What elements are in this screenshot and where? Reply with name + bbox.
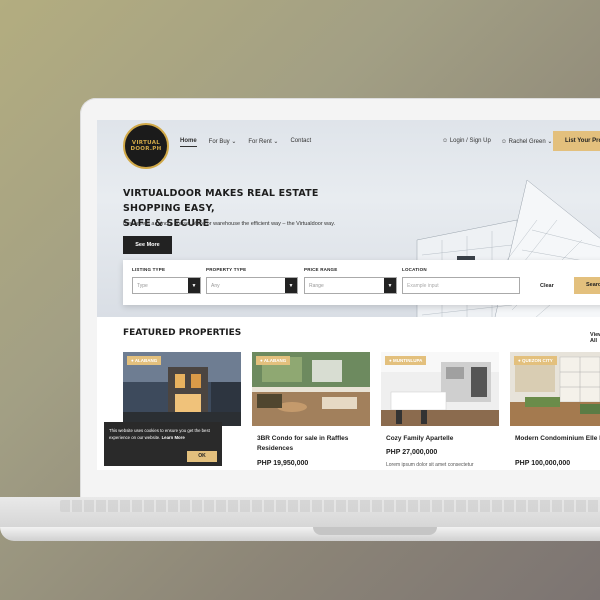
location-tag: ● QUEZON CITY <box>514 356 557 365</box>
user-menu[interactable]: ☺ Rachel Green ⌄ <box>501 138 553 145</box>
see-more-button[interactable]: See More <box>123 236 172 254</box>
location-input[interactable]: Example input <box>402 277 520 294</box>
location-pin-icon: ● <box>260 358 263 363</box>
clear-button[interactable]: Clear <box>540 283 554 289</box>
location-pin-icon: ● <box>389 358 392 363</box>
login-link[interactable]: ☺ Login / Sign Up <box>442 138 491 145</box>
nav-for-buy[interactable]: For Buy ⌄ <box>209 138 237 147</box>
search-button[interactable]: Search <box>574 277 600 294</box>
logo-text-line2: DOOR.PH <box>130 146 162 152</box>
chevron-down-icon: ▼ <box>188 278 200 293</box>
location-tag-label: ALABANG <box>263 358 287 363</box>
hero-section: VIRTUAL DOOR.PH Home For Buy ⌄ For Rent … <box>97 120 600 317</box>
property-title[interactable]: Modern Condominium Elle here <box>515 434 600 444</box>
location-tag-label: QUEZON CITY <box>521 358 553 363</box>
featured-title: FEATURED PROPERTIES <box>123 328 242 338</box>
property-description: Lorem ipsum dolor sit amet consectetur <box>386 462 474 468</box>
hero-headline-line1: VIRTUALDOOR MAKES REAL ESTATE SHOPPING E… <box>123 188 319 214</box>
cookie-text: This website uses cookies to ensure you … <box>109 428 210 440</box>
chevron-down-icon: ⌄ <box>231 139 237 145</box>
listing-type-select[interactable]: Type ▼ <box>132 277 201 294</box>
listing-type-value: Type <box>137 283 148 289</box>
property-card[interactable]: ● MUNTINLUPA Cozy Family Apartelle PHP 2… <box>381 352 499 470</box>
main-nav: Home For Buy ⌄ For Rent ⌄ Contact <box>180 138 311 147</box>
property-type-label: PROPERTY TYPE <box>206 267 247 272</box>
property-type-value: Any <box>211 283 220 289</box>
account-nav: ☺ Login / Sign Up ☺ Rachel Green ⌄ <box>442 138 552 145</box>
property-price: PHP 27,000,000 <box>386 449 438 456</box>
location-pin-icon: ● <box>518 358 521 363</box>
laptop-base-edge <box>0 527 600 541</box>
nav-for-rent-label: For Rent <box>248 139 272 145</box>
laptop-notch <box>313 527 437 535</box>
property-price: PHP 19,950,000 <box>257 460 309 467</box>
nav-home[interactable]: Home <box>180 138 197 147</box>
learn-more-link[interactable]: Learn More <box>162 435 185 440</box>
search-panel: LISTING TYPE Type ▼ PROPERTY TYPE Any ▼ … <box>123 260 600 305</box>
listing-type-label: LISTING TYPE <box>132 267 166 272</box>
location-tag: ● ALABANG <box>127 356 162 365</box>
user-name: Rachel Green <box>508 139 546 145</box>
user-icon: ☺ <box>442 138 449 144</box>
user-icon: ☺ <box>500 139 507 145</box>
price-range-select[interactable]: Range ▼ <box>304 277 397 294</box>
screen: VIRTUAL DOOR.PH Home For Buy ⌄ For Rent … <box>97 120 600 470</box>
property-title[interactable]: 3BR Condo for sale in Raffles Residences <box>257 434 369 454</box>
login-label: Login / Sign Up <box>449 138 491 144</box>
location-pin-icon: ● <box>131 358 134 363</box>
price-range-label: PRICE RANGE <box>304 267 338 272</box>
chevron-down-icon: ▼ <box>384 278 396 293</box>
chevron-down-icon: ⌄ <box>547 139 553 145</box>
location-tag: ● ALABANG <box>256 356 291 365</box>
property-price: PHP 100,000,000 <box>515 460 571 467</box>
view-all-link[interactable]: View All <box>590 332 600 344</box>
chevron-down-icon: ⌄ <box>273 139 279 145</box>
list-property-button[interactable]: List Your Property <box>553 131 600 151</box>
location-tag-label: ALABANG <box>134 358 158 363</box>
nav-contact[interactable]: Contact <box>290 138 311 147</box>
location-label: LOCATION <box>402 267 427 272</box>
property-title[interactable]: Cozy Family Apartelle <box>386 434 498 444</box>
laptop-keyboard <box>60 500 600 512</box>
chevron-down-icon: ▼ <box>285 278 297 293</box>
property-type-select[interactable]: Any ▼ <box>206 277 298 294</box>
price-range-value: Range <box>309 283 324 289</box>
virtualdoor-logo[interactable]: VIRTUAL DOOR.PH <box>123 123 169 169</box>
property-card[interactable]: ● QUEZON CITY Modern Condominium Elle he… <box>510 352 600 470</box>
cookie-ok-button[interactable]: OK <box>187 451 217 462</box>
location-tag-label: MUNTINLUPA <box>392 358 423 363</box>
cookie-banner: This website uses cookies to ensure you … <box>104 422 222 466</box>
property-card[interactable]: ● ALABANG 3BR Condo for sale in Raffles … <box>252 352 370 470</box>
nav-for-buy-label: For Buy <box>208 139 230 145</box>
hero-subline: Buy or rent a condo, house, office or wa… <box>123 221 336 227</box>
nav-for-rent[interactable]: For Rent ⌄ <box>248 138 278 147</box>
location-tag: ● MUNTINLUPA <box>385 356 427 365</box>
